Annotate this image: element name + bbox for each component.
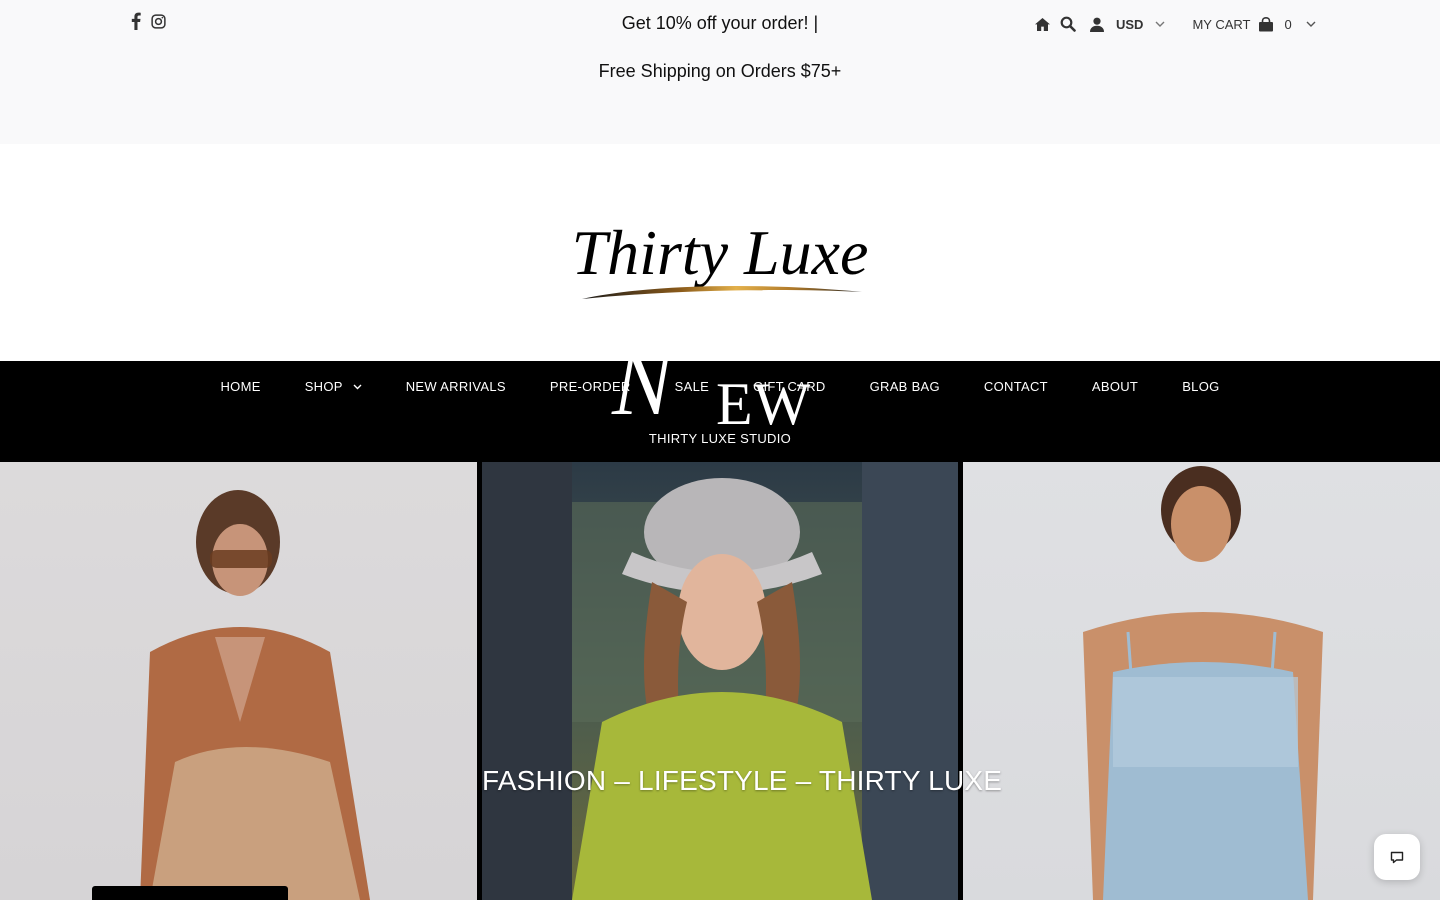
nav-item-blog[interactable]: BLOG: [1160, 379, 1241, 394]
announcement-bar: Get 10% off your order! | Free Shipping …: [0, 0, 1440, 144]
nav-item-home[interactable]: HOME: [198, 379, 282, 394]
chevron-down-icon: [353, 384, 362, 389]
utility-nav: USD MY CART 0: [1034, 14, 1316, 34]
shop-now-button[interactable]: [92, 886, 288, 900]
hero-banner[interactable]: FASHION – LIFESTYLE – THIRTY LUXE: [0, 462, 1440, 900]
nav-item-shop-label: SHOP: [304, 379, 343, 394]
account-icon[interactable]: [1090, 17, 1104, 32]
shopping-bag-icon: [1258, 16, 1274, 32]
new-letters-ew: EW: [716, 371, 812, 437]
nav-item-grab-bag[interactable]: GRAB BAG: [848, 379, 962, 394]
hero-image-right: [963, 462, 1440, 900]
currency-label: USD: [1116, 16, 1144, 32]
brand-logo[interactable]: Thirty Luxe: [570, 206, 870, 306]
nav-item-contact[interactable]: CONTACT: [962, 379, 1070, 394]
logo-wordmark: Thirty Luxe: [572, 217, 869, 288]
cart-link[interactable]: MY CART 0: [1192, 16, 1316, 32]
cart-count: 0: [1284, 16, 1292, 32]
chat-bubble-icon: [1390, 851, 1404, 863]
hero-image-center: [482, 462, 958, 900]
promo-line-2: Free Shipping on Orders $75+: [598, 61, 842, 81]
nav-item-shop[interactable]: SHOP: [283, 379, 384, 394]
chevron-down-icon: [1306, 21, 1316, 27]
hero-headline: FASHION – LIFESTYLE – THIRTY LUXE: [482, 765, 1003, 796]
cart-label: MY CART: [1192, 16, 1251, 32]
nav-item-new-arrivals[interactable]: NEW ARRIVALS: [384, 379, 528, 394]
new-letter-n: N: [612, 335, 673, 434]
chat-launcher-button[interactable]: [1374, 834, 1420, 880]
currency-selector[interactable]: USD: [1116, 17, 1165, 32]
chevron-down-icon: [1155, 21, 1165, 27]
nav-item-about[interactable]: ABOUT: [1070, 379, 1160, 394]
hero-image-left: [0, 462, 477, 900]
home-icon[interactable]: [1034, 17, 1051, 32]
search-icon[interactable]: [1060, 16, 1076, 32]
